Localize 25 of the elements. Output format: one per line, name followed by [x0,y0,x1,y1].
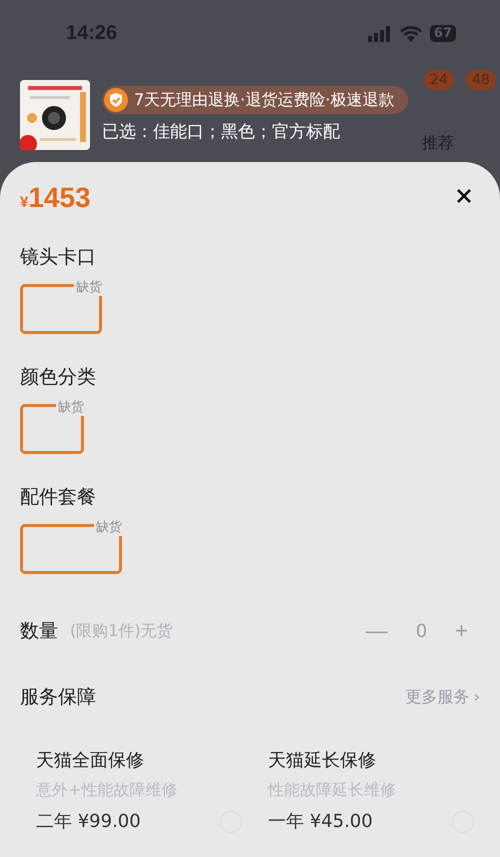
quantity-note: (限购1件)无货 [70,620,173,642]
selected-summary: 已选：佳能口；黑色；官方标配 [102,121,341,143]
wifi-icon [400,26,422,42]
out-of-stock-label: 缺货 [74,278,102,296]
more-services-link[interactable]: 更多服务 › [406,686,480,708]
service-name: 天猫延长保修 [268,749,376,772]
out-of-stock-label: 缺货 [94,518,122,536]
banner-text: 7天无理由退换·退货运费险·极速退款 [134,90,394,110]
section-title: 配件套餐 [20,485,97,510]
quantity-value: 0 [416,620,428,642]
section-title: 颜色分类 [20,365,97,390]
quantity-label: 数量 [20,619,58,644]
section-title: 镜头卡口 [20,245,97,270]
price: ¥1453 [20,182,91,214]
close-icon[interactable] [456,188,472,204]
shield-icon [104,88,128,112]
count-badge: 24 [424,70,454,90]
signal-icon [368,26,392,42]
out-of-stock-label: 缺货 [56,398,84,416]
count-badge: 48 [466,70,496,90]
section-title: 服务保障 [20,685,96,710]
service-price: 一年 ¥45.00 [268,810,373,833]
service-name: 天猫全面保修 [36,749,144,772]
battery-level: 67 [430,25,456,42]
service-price: 二年 ¥99.00 [36,810,141,833]
